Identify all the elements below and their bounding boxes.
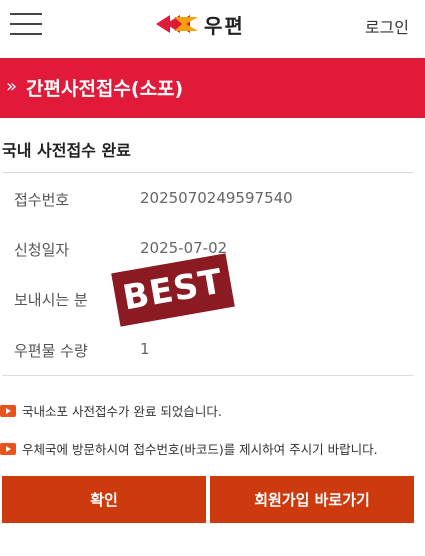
best-stamp: BEST (111, 253, 235, 327)
notice-icon (0, 442, 16, 455)
quantity-label: 우편물 수량 (14, 342, 88, 360)
login-link[interactable]: 로그인 (365, 14, 409, 38)
menu-icon[interactable] (10, 13, 42, 35)
page-title: 간편사전접수(소포) (26, 78, 184, 100)
section-title: 국내 사전접수 완료 (2, 141, 131, 160)
divider (2, 375, 413, 376)
receipt-number-value: 2025070249597540 (140, 189, 293, 207)
post-logo-icon (156, 15, 198, 33)
best-stamp-text: BEST (119, 261, 227, 319)
divider (2, 172, 413, 173)
notice-icon (0, 404, 16, 417)
signup-button[interactable]: 회원가입 바로가기 (210, 476, 414, 523)
notice-text: 우체국에 방문하시여 접수번호(바코드)를 제시하여 주시기 바랍니다. (22, 442, 378, 457)
notice-item: 우체국에 방문하시여 접수번호(바코드)를 제시하여 주시기 바랍니다. (0, 439, 378, 458)
app-header: 우편 로그인 (0, 0, 425, 48)
logo-text: 우편 (204, 13, 245, 38)
sender-label: 보내시는 분 (14, 291, 88, 309)
page-banner: » 간편사전접수(소포) (0, 58, 425, 118)
notice-item: 국내소포 사전접수가 완료 되었습니다. (0, 401, 222, 420)
quantity-value: 1 (140, 340, 150, 358)
notice-text: 국내소포 사전접수가 완료 되었습니다. (22, 404, 222, 419)
double-chevron-icon: » (6, 76, 18, 97)
request-date-label: 신청일자 (14, 241, 70, 259)
receipt-number-label: 접수번호 (14, 191, 70, 209)
confirm-button[interactable]: 확인 (2, 476, 206, 523)
logo[interactable]: 우편 (156, 10, 245, 38)
